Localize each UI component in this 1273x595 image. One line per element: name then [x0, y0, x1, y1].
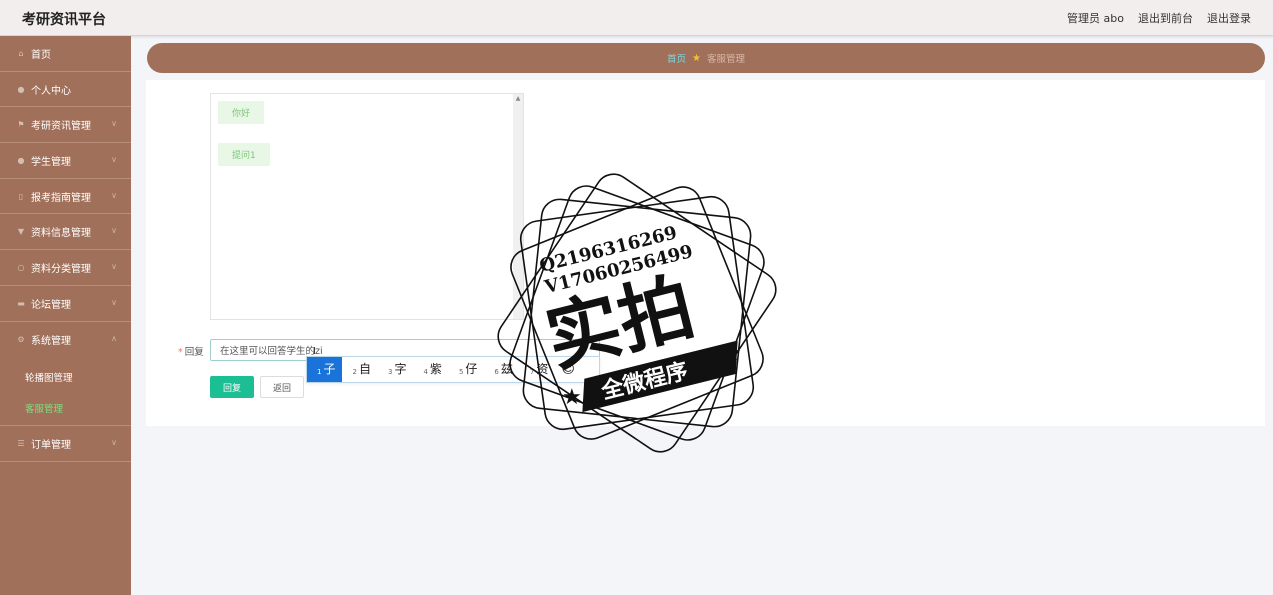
sidebar-item-carousel[interactable]: 轮播图管理 [0, 361, 131, 392]
scroll-up-icon[interactable]: ▲ [513, 94, 523, 104]
chevron-down-icon: ∨ [111, 262, 117, 272]
watermark-stamp: Q2196316269 V17060256499 实拍 全微程序 ★ ★ [497, 173, 777, 453]
sidebar-item-materials[interactable]: ▼ 资料信息管理 ∨ [0, 214, 131, 251]
sidebar-item-home[interactable]: ⌂ 首页 [0, 36, 131, 72]
sidebar-item-label: 学生管理 [31, 156, 71, 168]
sidebar-item-label: 资料信息管理 [31, 228, 91, 240]
breadcrumb: 首页 ★ 客服管理 [147, 43, 1265, 73]
user-icon: ● [17, 84, 25, 94]
chevron-up-icon: ∧ [111, 333, 117, 343]
logout-link[interactable]: 退出登录 [1207, 10, 1251, 26]
top-navbar: 考研资讯平台 管理员 abo 退出到前台 退出登录 [0, 0, 1273, 36]
circle-icon: ○ [17, 262, 25, 272]
star-icon: ★ [722, 341, 742, 366]
ime-candidate[interactable]: 3字 [378, 357, 413, 382]
sidebar-item-orders[interactable]: ☰ 订单管理 ∨ [0, 426, 131, 462]
home-icon: ⌂ [18, 48, 24, 58]
guide-icon: ▯ [18, 191, 24, 201]
list-icon: ☰ [17, 439, 25, 449]
breadcrumb-home-link[interactable]: 首页 [667, 51, 686, 65]
sidebar-item-news[interactable]: ⚑ 考研资讯管理 ∨ [0, 107, 131, 144]
breadcrumb-current: 客服管理 [706, 54, 745, 65]
chevron-down-icon: ∨ [111, 226, 117, 236]
sidebar-item-guide[interactable]: ▯ 报考指南管理 ∨ [0, 179, 131, 215]
sidebar: ⌂ 首页 ● 个人中心 ⚑ 考研资讯管理 ∨ ● 学生管理 ∨ ▯ 报考指南管理… [0, 36, 131, 595]
chat-history[interactable]: 你好 提问1 ▲ [210, 93, 524, 320]
top-right-links: 管理员 abo 退出到前台 退出登录 [1067, 10, 1251, 26]
chevron-down-icon: ∨ [111, 438, 117, 448]
reply-label: * 回复 [178, 347, 204, 358]
flag-icon: ⚑ [17, 120, 25, 130]
sidebar-item-customer-service[interactable]: 客服管理 [0, 392, 131, 423]
sidebar-item-label: 个人中心 [31, 85, 71, 97]
sidebar-item-label: 论坛管理 [31, 299, 71, 311]
chevron-down-icon: ∨ [111, 155, 117, 165]
back-button[interactable]: 返回 [260, 376, 304, 398]
system-submenu: 轮播图管理 客服管理 [0, 357, 131, 427]
sidebar-item-label: 报考指南管理 [31, 192, 91, 204]
app-title: 考研资讯平台 [22, 12, 106, 28]
chat-message: 提问1 [218, 143, 270, 166]
exit-to-front-link[interactable]: 退出到前台 [1138, 10, 1193, 26]
reply-button[interactable]: 回复 [210, 376, 254, 398]
sidebar-item-students[interactable]: ● 学生管理 ∨ [0, 143, 131, 179]
ime-candidate[interactable]: 1子 [307, 357, 343, 382]
star-icon: ★ [692, 52, 701, 64]
sidebar-item-label: 系统管理 [31, 335, 71, 347]
sidebar-item-profile[interactable]: ● 个人中心 [0, 72, 131, 108]
sidebar-item-label: 资料分类管理 [31, 263, 91, 275]
ime-candidate[interactable]: 4紫 [413, 357, 448, 382]
ime-candidate[interactable]: 2自 [342, 357, 377, 382]
trophy-icon: ▼ [17, 227, 25, 237]
required-marker: * [178, 347, 183, 358]
sidebar-item-forum[interactable]: ▬ 论坛管理 ∨ [0, 286, 131, 322]
current-user-label: 管理员 abo [1067, 12, 1124, 25]
sidebar-item-label: 订单管理 [31, 440, 71, 452]
chat-message: 你好 [218, 101, 265, 124]
sidebar-item-label: 考研资讯管理 [31, 121, 91, 133]
chevron-down-icon: ∨ [111, 297, 117, 307]
sidebar-item-categories[interactable]: ○ 资料分类管理 ∨ [0, 250, 131, 286]
monitor-icon: ▬ [17, 298, 25, 308]
chevron-down-icon: ∨ [111, 190, 117, 200]
ime-candidate[interactable]: 5仔 [449, 357, 484, 382]
chevron-down-icon: ∨ [111, 119, 117, 129]
sidebar-item-system[interactable]: ⚙ 系统管理 ∧ [0, 322, 131, 358]
user-icon: ● [17, 155, 25, 165]
star-icon: ★ [562, 385, 582, 410]
gear-icon: ⚙ [17, 334, 25, 344]
sidebar-item-label: 首页 [31, 49, 51, 61]
